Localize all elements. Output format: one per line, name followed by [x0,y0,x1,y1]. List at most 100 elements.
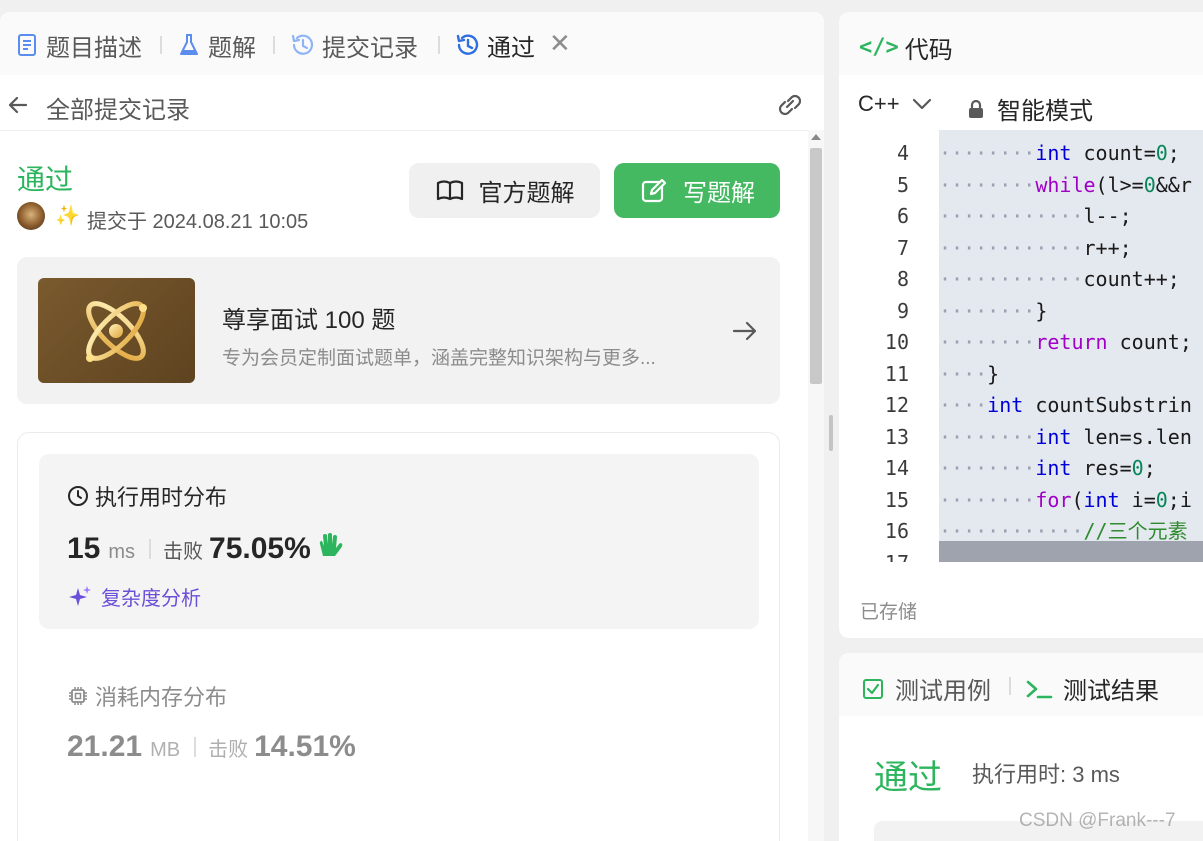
sparkle-icon: ✨ [55,205,80,227]
line-number: 16 [884,519,909,543]
result-status: 通过 [874,759,942,797]
tab-divider [1009,677,1011,695]
performance-card: 执行用时分布 15 ms 击败 75.05% 复杂度分析 消耗内存分布 21.2… [17,432,780,841]
code-line: ········int res=0; [939,456,1156,480]
code-line: ····int countSubstrin [939,393,1192,417]
saved-status: 已存储 [860,602,918,623]
submission-status: 通过 [17,164,74,195]
line-number: 14 [884,456,909,480]
code-line: ····} [939,362,1000,386]
submission-subheader: 全部提交记录 [0,75,824,131]
memory-beat-label: 击败 [208,739,249,761]
scrollbar-thumb[interactable] [810,148,822,384]
line-number-gutter: 4 5 6 7 8 9 10 11 12 13 14 15 16 17 [839,130,939,562]
code-line: ········int len=s.len [939,425,1192,449]
atom-icon [38,278,195,383]
code-line: ············count++; [939,267,1180,291]
tab-bar: 题目描述 题解 提交记录 通过 ✕ [0,12,824,75]
code-line: ········while(l>=0&&r [939,173,1192,197]
code-panel: </> 代码 C++ 智能模式 4 5 6 7 8 9 10 11 12 13 [839,12,1203,638]
language-select[interactable]: C++ [858,91,932,117]
lock-icon [969,99,983,118]
code-panel-header: </> 代码 [839,12,1203,75]
tab-divider [273,36,275,54]
test-panel-header: 测试用例 测试结果 [839,653,1203,716]
history-icon [290,32,316,58]
memory-heading-label: 消耗内存分布 [95,685,228,710]
book-icon [436,179,463,200]
smart-mode-label: 智能模式 [997,98,1093,125]
tab-label: 题解 [208,34,256,62]
back-arrow-icon[interactable] [6,93,30,117]
history-icon [455,32,481,58]
memory-heading[interactable]: 消耗内存分布 [67,680,227,712]
code-line: ········return count; [939,330,1192,354]
tab-submissions[interactable]: 提交记录 [290,28,418,62]
panel-resize-handle[interactable] [829,415,833,451]
code-editor[interactable]: 4 5 6 7 8 9 10 11 12 13 14 15 16 17 ····… [839,130,1203,562]
language-label: C++ [858,91,900,116]
submission-panel: 题目描述 题解 提交记录 通过 ✕ 全部提交记录 通过 ✨ 提交于 2024.0… [0,12,824,841]
line-number: 11 [884,362,909,386]
subheader-title: 全部提交记录 [46,97,190,124]
tab-test-cases-label: 测试用例 [895,678,991,705]
code-panel-title: </> 代码 [859,30,953,65]
smart-mode-toggle[interactable]: 智能模式 [967,91,1093,126]
runtime-value-row: 15 ms 击败 75.05% [67,532,345,566]
app-root: 题目描述 题解 提交记录 通过 ✕ 全部提交记录 通过 ✨ 提交于 2024.0… [0,0,1203,841]
avatar[interactable] [17,202,45,230]
line-number: 6 [896,204,909,228]
divider [149,539,152,559]
tab-description[interactable]: 题目描述 [14,28,142,62]
clap-icon [317,532,345,565]
line-number: 5 [896,173,909,197]
line-number: 8 [896,267,909,291]
editor-horizontal-scrollbar[interactable] [939,541,1203,562]
checkbox-icon [863,678,883,699]
memory-value-row: 21.21 MB 击败 14.51% [67,730,356,764]
tab-label: 通过 [487,34,535,62]
memory-unit: MB [150,739,181,761]
code-content[interactable]: ········int count=0; ········while(l>=0&… [939,130,1203,562]
runtime-beat-label: 击败 [163,541,204,563]
code-line: ············l--; [939,204,1132,228]
write-solution-label: 写题解 [683,180,755,207]
code-line: ········int count=0; [939,141,1180,165]
code-line: ········for(int i=0;i [939,488,1192,512]
code-title-label: 代码 [904,37,953,64]
premium-promo-card[interactable]: 尊享面试 100 题 专为会员定制面试题单，涵盖完整知识架构与更多... [17,257,780,404]
chip-icon [69,687,87,705]
tab-divider [160,36,162,54]
line-number: 9 [896,299,909,323]
clock-icon [68,486,88,506]
complexity-analysis-link[interactable]: 复杂度分析 [67,582,201,611]
tab-accepted[interactable]: 通过 [455,28,535,62]
edit-icon [641,178,667,202]
runtime-heading: 执行用时分布 [67,480,227,512]
runtime-heading-label: 执行用时分布 [95,485,228,510]
complexity-label: 复杂度分析 [101,588,201,610]
line-number: 17 [839,548,909,562]
terminal-icon [1026,680,1053,698]
runtime-value: 15 [67,532,101,565]
sparkles-icon [69,585,91,606]
link-icon[interactable] [774,90,806,120]
divider [194,737,197,757]
tab-solutions[interactable]: 题解 [176,28,256,62]
line-number: 13 [884,425,909,449]
arrow-right-icon[interactable] [731,317,759,345]
runtime-beat-value: 75.05% [209,532,311,565]
tab-test-cases[interactable]: 测试用例 [861,671,991,706]
code-icon: </> [859,35,899,60]
close-tab-icon[interactable]: ✕ [549,30,571,56]
write-solution-button[interactable]: 写题解 [614,163,780,218]
official-solution-button[interactable]: 官方题解 [409,163,600,218]
memory-beat-value: 14.51% [254,730,356,763]
scroll-up-arrow-icon[interactable] [811,134,821,140]
tab-test-results[interactable]: 测试结果 [1025,671,1159,706]
flask-icon [176,32,202,58]
runtime-section[interactable]: 执行用时分布 15 ms 击败 75.05% 复杂度分析 [39,454,759,629]
official-solution-label: 官方题解 [478,180,575,207]
tab-divider [438,36,440,54]
submission-time: 提交于 2024.08.21 10:05 [87,211,309,233]
